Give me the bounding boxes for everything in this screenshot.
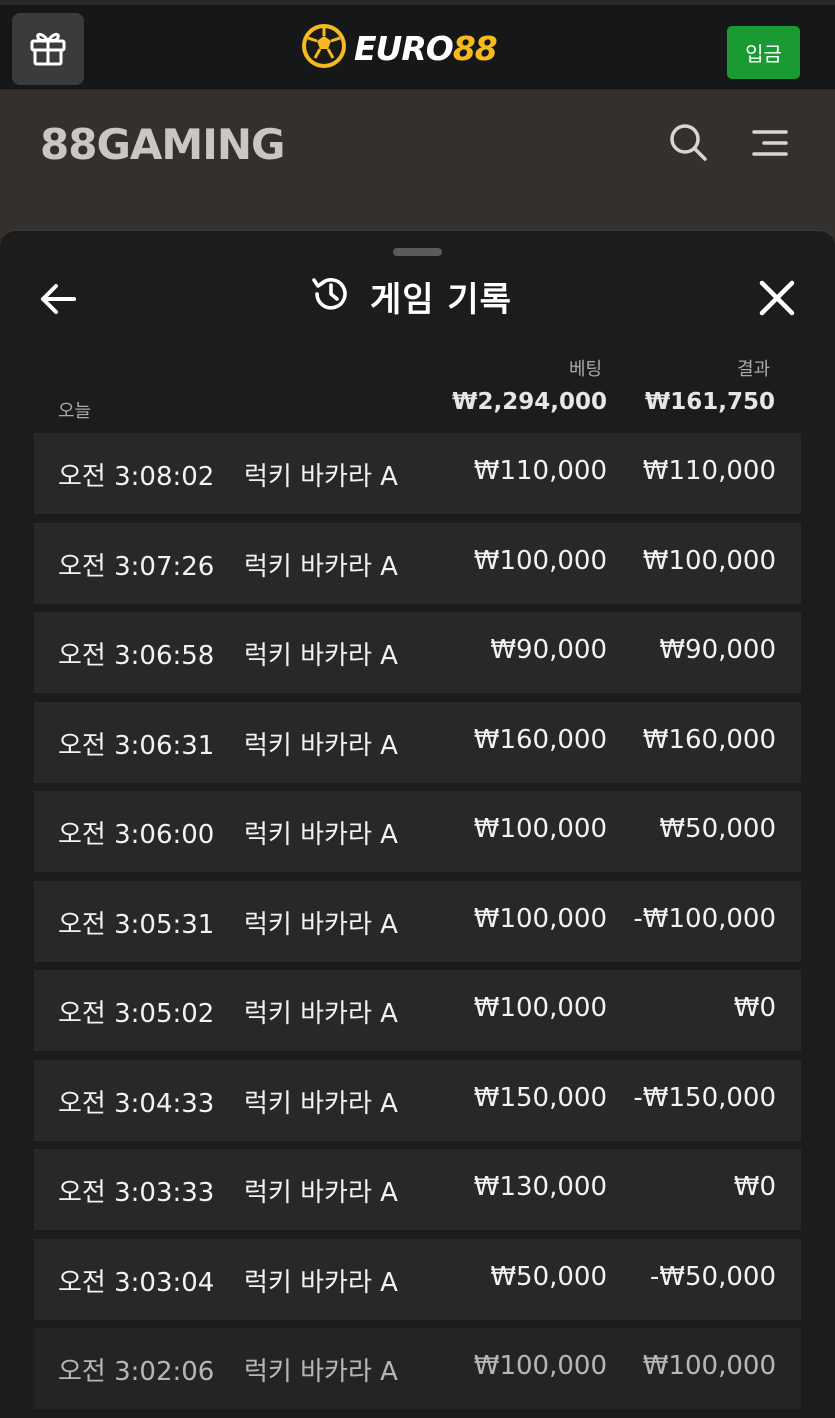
row-game-name: 럭키 바카라 A	[244, 730, 398, 761]
close-icon[interactable]	[758, 279, 796, 321]
drag-handle[interactable]	[393, 248, 442, 256]
row-game-name: 럭키 바카라 A	[244, 820, 398, 850]
game-provider-header: 88GAMING	[0, 90, 835, 250]
list-item[interactable]: 오전 3:05:02 럭키 바카라 A ₩100,000 ₩0	[34, 970, 801, 1051]
back-arrow-icon[interactable]	[38, 279, 78, 323]
hamburger-menu-icon[interactable]	[752, 128, 788, 164]
game-history-sheet: 게임 기록 베팅 결과 오늘 ₩2,294,000 ₩161,750 오전 3:…	[0, 230, 835, 1409]
row-result-amount: ₩50,000	[659, 814, 776, 844]
row-time: 오전 3:06:58	[58, 641, 215, 671]
row-bet-amount: ₩50,000	[490, 1261, 607, 1292]
row-bet-amount: ₩160,000	[473, 724, 607, 755]
row-game-name: 럭키 바카라 A	[244, 551, 398, 582]
row-game-name: 럭키 바카라 A	[244, 1088, 398, 1119]
row-time: 오전 3:03:04	[58, 1267, 215, 1298]
bet-column-header: 베팅	[569, 359, 603, 380]
row-bet-amount: ₩100,000	[473, 814, 607, 844]
row-bet-amount: ₩150,000	[473, 1082, 607, 1113]
brand-name-right: 88	[452, 28, 498, 68]
row-time: 오전 3:05:31	[58, 909, 215, 940]
row-bet-amount: ₩100,000	[473, 545, 607, 576]
row-time: 오전 3:06:00	[58, 820, 215, 850]
total-result: ₩161,750	[644, 389, 775, 415]
search-icon[interactable]	[668, 122, 708, 166]
list-item[interactable]: 오전 3:08:02 럭키 바카라 A ₩110,000 ₩110,000	[34, 433, 801, 514]
brand-name: EURO88	[354, 28, 498, 68]
top-bar: EURO88 입금	[0, 0, 835, 90]
euro88-logo[interactable]: EURO88	[300, 21, 498, 75]
row-result-amount: ₩160,000	[642, 724, 776, 755]
row-time: 오전 3:02:06	[58, 1357, 215, 1387]
row-game-name: 럭키 바카라 A	[244, 462, 398, 492]
list-item[interactable]: 오전 3:03:04 럭키 바카라 A ₩50,000 -₩50,000	[34, 1238, 801, 1320]
today-label: 오늘	[58, 401, 92, 422]
row-game-name: 럭키 바카라 A	[244, 1178, 398, 1208]
row-result-amount: ₩90,000	[659, 635, 776, 665]
list-item[interactable]: 오전 3:05:31 럭키 바카라 A ₩100,000 -₩100,000	[34, 880, 801, 962]
row-time: 오전 3:06:31	[58, 730, 215, 761]
row-game-name: 럭키 바카라 A	[244, 641, 398, 671]
row-bet-amount: ₩90,000	[490, 635, 607, 665]
row-time: 오전 3:03:33	[58, 1178, 215, 1208]
history-icon	[310, 273, 352, 319]
brand-name-left: EURO	[354, 28, 454, 68]
row-game-name: 럭키 바카라 A	[244, 1357, 398, 1387]
sheet-title-text: 게임 기록	[370, 279, 512, 320]
list-item[interactable]: 오전 3:03:33 럭키 바카라 A ₩130,000 ₩0	[34, 1149, 801, 1230]
row-game-name: 럭키 바카라 A	[244, 909, 398, 940]
row-game-name: 럭키 바카라 A	[244, 999, 398, 1029]
row-time: 오전 3:05:02	[58, 999, 215, 1029]
row-result-amount: ₩0	[733, 1172, 776, 1202]
row-time: 오전 3:04:33	[58, 1088, 215, 1119]
row-bet-amount: ₩100,000	[473, 993, 607, 1023]
result-column-header: 결과	[737, 359, 771, 380]
gift-button[interactable]	[12, 13, 84, 85]
row-bet-amount: ₩130,000	[473, 1172, 607, 1202]
row-game-name: 럭키 바카라 A	[244, 1267, 398, 1298]
row-result-amount: -₩150,000	[633, 1082, 776, 1113]
row-time: 오전 3:08:02	[58, 462, 215, 492]
row-result-amount: ₩100,000	[642, 1351, 776, 1381]
row-result-amount: ₩100,000	[642, 545, 776, 576]
gift-icon	[27, 26, 69, 72]
total-bet: ₩2,294,000	[452, 389, 607, 415]
deposit-button[interactable]: 입금	[727, 26, 800, 79]
list-item[interactable]: 오전 3:06:00 럭키 바카라 A ₩100,000 ₩50,000	[34, 791, 801, 872]
row-result-amount: ₩110,000	[642, 456, 776, 486]
soccer-ball-icon	[300, 22, 348, 74]
row-bet-amount: ₩100,000	[473, 1351, 607, 1381]
88gaming-logo[interactable]: 88GAMING	[40, 120, 285, 169]
list-item[interactable]: 오전 3:06:31 럭키 바카라 A ₩160,000 ₩160,000	[34, 701, 801, 783]
row-bet-amount: ₩110,000	[473, 456, 607, 486]
row-result-amount: -₩50,000	[649, 1261, 776, 1292]
row-time: 오전 3:07:26	[58, 551, 215, 582]
row-result-amount: ₩0	[733, 993, 776, 1023]
history-list: 오전 3:08:02 럭키 바카라 A ₩110,000 ₩110,000 오전 3:0…	[34, 433, 801, 1418]
row-bet-amount: ₩100,000	[473, 903, 607, 934]
sheet-title: 게임 기록	[310, 271, 512, 321]
list-item[interactable]: 오전 3:07:26 럭키 바카라 A ₩100,000 ₩100,000	[34, 522, 801, 604]
list-item[interactable]: 오전 3:06:58 럭키 바카라 A ₩90,000 ₩90,000	[34, 612, 801, 693]
row-result-amount: -₩100,000	[633, 903, 776, 934]
list-item[interactable]: 오전 3:02:06 럭키 바카라 A ₩100,000 ₩100,000	[34, 1328, 801, 1409]
list-item[interactable]: 오전 3:04:33 럭키 바카라 A ₩150,000 -₩150,000	[34, 1059, 801, 1141]
